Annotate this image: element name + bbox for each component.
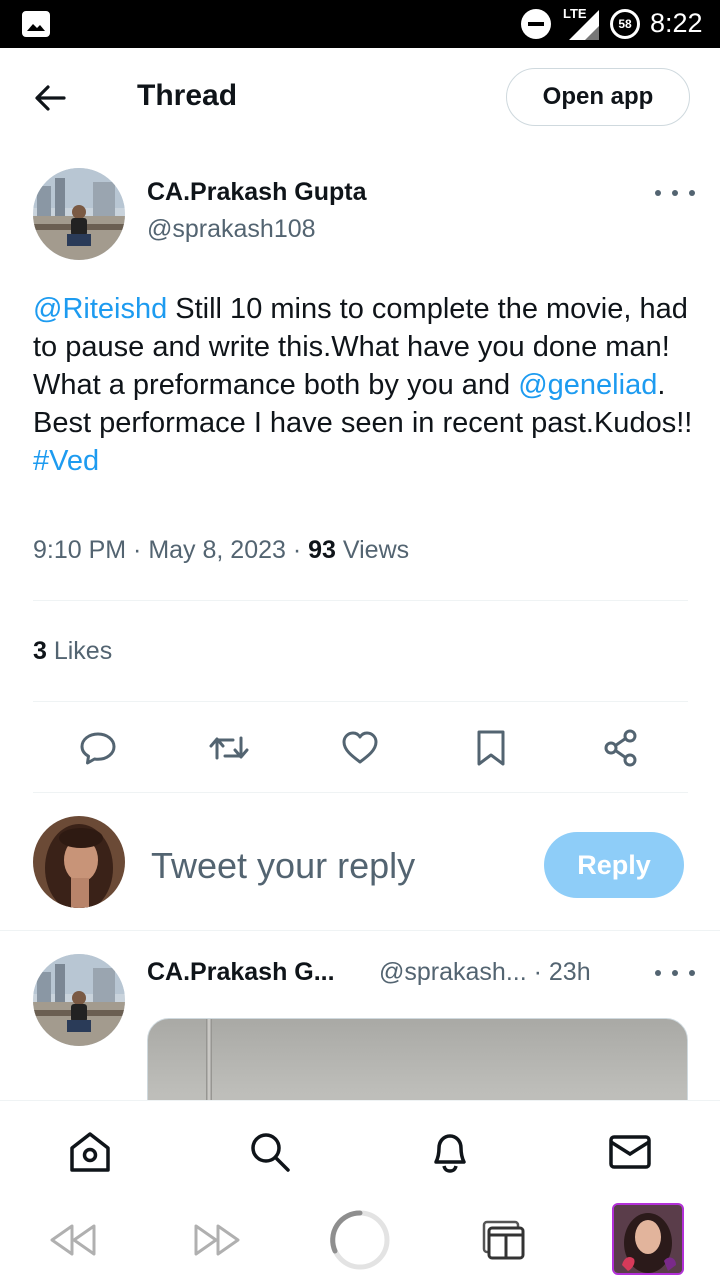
forward-icon [194, 1224, 240, 1256]
reply-more-options-button[interactable] [655, 963, 695, 983]
divider [33, 600, 688, 601]
tweet-meta: 9:10 PM · May 8, 2023 · 93 Views [33, 536, 410, 564]
tweet-text: @Riteishd Still 10 mins to complete the … [33, 290, 693, 480]
dot-icon [672, 970, 678, 976]
reply-author-handle: @sprakash... · 23h [379, 958, 591, 987]
arrow-left-icon [35, 85, 66, 111]
messages-icon [609, 1135, 651, 1169]
home-icon [70, 1132, 110, 1172]
likes-label: Likes [46, 637, 113, 665]
browser-reload-button[interactable] [328, 1208, 392, 1272]
back-button[interactable] [28, 78, 72, 118]
reply-age[interactable]: · 23h [534, 958, 591, 986]
hashtag-link[interactable]: #Ved [33, 445, 99, 477]
back-icon [50, 1224, 96, 1256]
tabs-icon [482, 1220, 525, 1260]
browser-back-button[interactable] [44, 1208, 100, 1272]
nav-notifications[interactable] [426, 1128, 474, 1176]
signal-icon [569, 10, 599, 40]
likes-count: 3 [33, 637, 47, 665]
reply-author-avatar[interactable] [33, 954, 125, 1046]
mention-link[interactable]: @Riteishd [33, 293, 167, 325]
dot-icon [655, 190, 661, 196]
views-label: Views [335, 536, 410, 564]
likes-summary[interactable]: 3 Likes [33, 637, 112, 666]
views-count: 93 [308, 536, 336, 564]
dot-icon [689, 970, 695, 976]
like-action-button[interactable] [338, 726, 382, 770]
status-time: 8:22 [650, 8, 703, 38]
reply-icon [80, 732, 116, 765]
divider [0, 930, 720, 931]
divider [33, 701, 688, 702]
image-notification-icon [22, 11, 50, 37]
reload-icon [330, 1210, 390, 1270]
do-not-disturb-icon [521, 9, 551, 39]
search-icon [251, 1133, 290, 1172]
browser-tabs-button[interactable] [478, 1208, 530, 1272]
more-options-button[interactable] [655, 183, 695, 203]
browser-profile-avatar[interactable] [612, 1203, 684, 1275]
reply-composer: Tweet your reply Reply [0, 795, 720, 930]
bookmark-action-button[interactable] [469, 726, 513, 770]
open-app-button[interactable]: Open app [506, 68, 690, 126]
author-avatar[interactable] [33, 168, 125, 260]
author-handle[interactable]: @sprakash108 [147, 215, 316, 244]
mention-link[interactable]: @geneliad [518, 369, 657, 401]
bookmark-icon [477, 730, 505, 766]
reply-button[interactable]: Reply [544, 832, 684, 898]
browser-forward-button[interactable] [190, 1208, 246, 1272]
author-name[interactable]: CA.Prakash Gupta [147, 178, 367, 207]
divider [33, 792, 688, 793]
retweet-icon [209, 736, 249, 760]
retweet-action-button[interactable] [207, 726, 251, 770]
current-user-avatar[interactable] [33, 816, 125, 908]
share-action-button[interactable] [599, 726, 643, 770]
status-bar: LTE 58 8:22 [0, 0, 720, 48]
battery-icon: 58 [610, 9, 640, 39]
nav-search[interactable] [246, 1128, 294, 1176]
reply-handle[interactable]: @sprakash... [379, 958, 527, 986]
dot-icon [689, 190, 695, 196]
nav-messages[interactable] [606, 1128, 654, 1176]
dot-icon [672, 190, 678, 196]
tweet-time[interactable]: 9:10 PM [33, 536, 126, 564]
page-title: Thread [137, 79, 238, 112]
nav-home[interactable] [66, 1128, 114, 1176]
reply-input[interactable]: Tweet your reply [151, 845, 415, 887]
reply-action-button[interactable] [76, 726, 120, 770]
dot-icon [655, 970, 661, 976]
reply-author-name[interactable]: CA.Prakash G... [147, 958, 335, 987]
bottom-navigation [0, 1100, 720, 1200]
share-icon [604, 729, 637, 767]
tweet-date[interactable]: May 8, 2023 [148, 536, 286, 564]
tweet-actions [33, 718, 688, 778]
notifications-icon [434, 1134, 466, 1173]
like-icon [342, 731, 378, 764]
thread-header: Thread Open app [0, 48, 720, 148]
